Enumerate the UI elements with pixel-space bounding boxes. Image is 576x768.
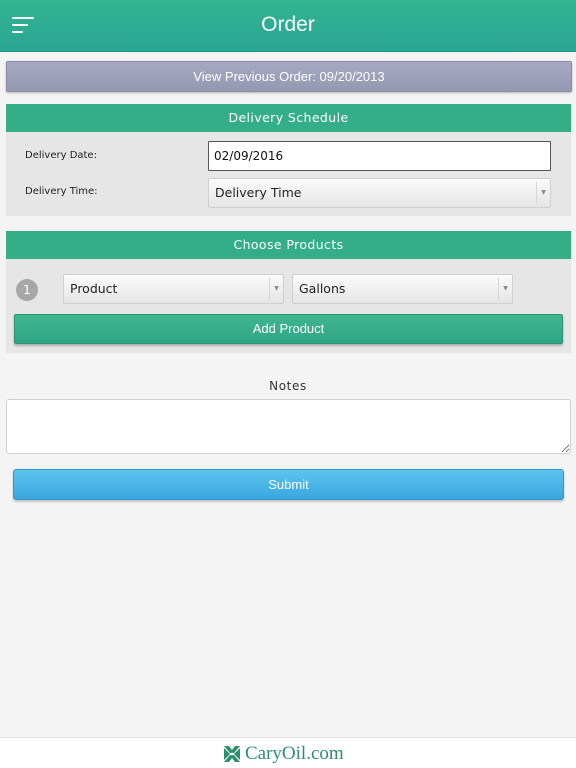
delivery-date-label: Delivery Date: [25,150,97,161]
page-title: Order [261,13,315,36]
footer-brand-link[interactable]: CaryOil.com [222,743,344,764]
chevron-down-icon: ▼ [536,182,550,204]
delivery-time-select[interactable]: Delivery Time ▼ [208,178,551,208]
submit-button[interactable]: Submit [13,469,564,500]
add-product-button[interactable]: Add Product [14,314,563,344]
gallons-select-value: Gallons [299,281,346,296]
product-select-value: Product [70,281,118,296]
app-header: Order [0,0,576,52]
footer-brand-text: CaryOil.com [245,743,344,764]
delivery-date-input[interactable] [208,141,551,171]
chevron-down-icon: ▼ [269,278,283,300]
chevron-down-icon: ▼ [498,278,512,300]
choose-products-heading: Choose Products [6,231,571,259]
product-select[interactable]: Product ▼ [63,274,284,304]
notes-textarea[interactable] [6,399,571,454]
choose-products-panel: Choose Products 1 Product ▼ Gallons ▼ Ad… [6,231,571,353]
gallons-select[interactable]: Gallons ▼ [292,274,513,304]
footer: CaryOil.com [0,737,576,768]
view-previous-order-button[interactable]: View Previous Order: 09/20/2013 [6,61,572,92]
product-row-number-badge: 1 [16,279,38,301]
notes-label: Notes [269,379,307,393]
caryoil-logo-icon [224,746,240,762]
delivery-time-label: Delivery Time: [25,186,98,197]
delivery-time-value: Delivery Time [215,185,302,200]
delivery-schedule-panel: Delivery Schedule Delivery Date: Deliver… [6,104,571,216]
delivery-schedule-heading: Delivery Schedule [6,104,571,132]
